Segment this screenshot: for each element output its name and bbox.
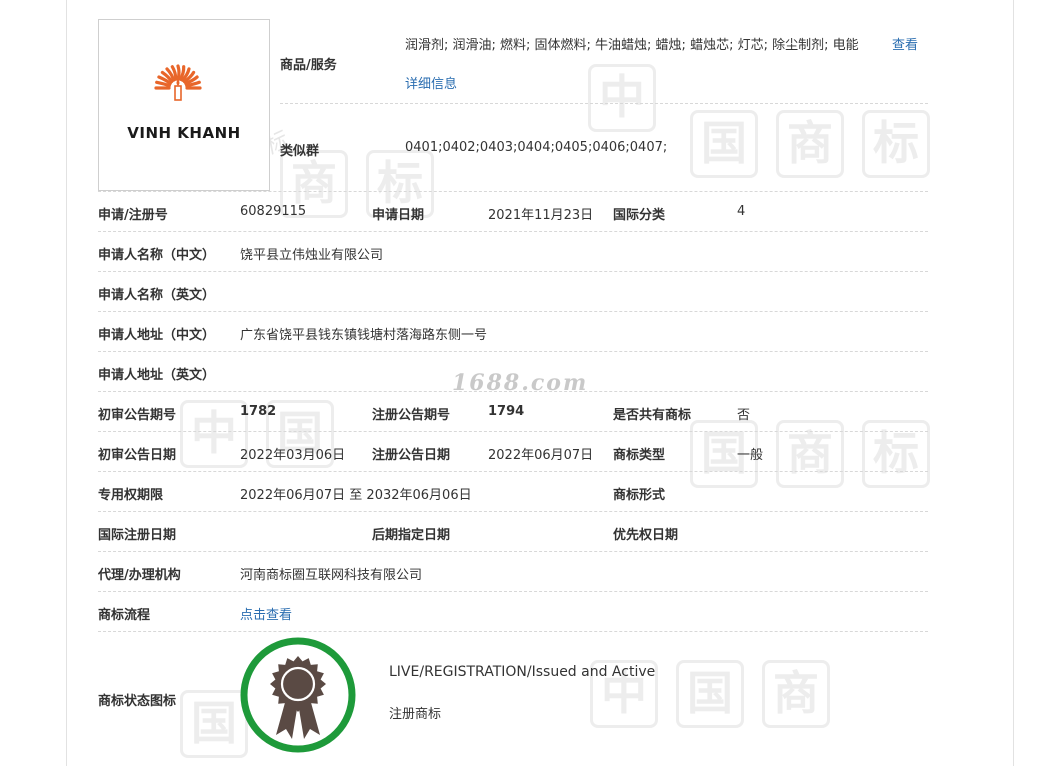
priority-date-label: 优先权日期 bbox=[613, 528, 679, 543]
divider bbox=[98, 511, 928, 512]
brand-text: VINH KHANH bbox=[127, 124, 241, 142]
divider bbox=[98, 431, 928, 432]
divider bbox=[98, 351, 928, 352]
prelim-date-label: 初审公告日期 bbox=[98, 448, 177, 463]
intl-class-label: 国际分类 bbox=[613, 208, 666, 223]
divider bbox=[98, 631, 928, 632]
watermark-site: 1688.com bbox=[452, 370, 589, 396]
divider bbox=[98, 391, 928, 392]
divider bbox=[98, 471, 928, 472]
status-en: LIVE/REGISTRATION/Issued and Active bbox=[389, 664, 656, 680]
goods-label: 商品/服务 bbox=[280, 58, 337, 73]
agent-value: 河南商标圈互联网科技有限公司 bbox=[240, 568, 423, 583]
goods-more-link-part2[interactable]: 详细信息 bbox=[405, 73, 457, 92]
tm-type-value: 一般 bbox=[737, 448, 764, 463]
apply-date-label: 申请日期 bbox=[372, 208, 425, 223]
registered-badge-icon bbox=[240, 637, 356, 753]
goods-value: 润滑剂; 润滑油; 燃料; 固体燃料; 牛油蜡烛; 蜡烛; 蜡烛芯; 灯芯; 除… bbox=[405, 38, 859, 53]
reg-pub-no-label: 注册公告期号 bbox=[372, 408, 451, 423]
applicant-en-label: 申请人名称（英文） bbox=[98, 288, 216, 303]
process-label: 商标流程 bbox=[98, 608, 151, 623]
applicant-cn-value: 饶平县立伟烛业有限公司 bbox=[240, 248, 384, 263]
divider bbox=[98, 551, 928, 552]
divider bbox=[98, 271, 928, 272]
divider bbox=[98, 231, 928, 232]
divider bbox=[280, 103, 928, 104]
address-cn-label: 申请人地址（中文） bbox=[98, 328, 216, 343]
reg-pub-date-value: 2022年06月07日 bbox=[488, 448, 594, 463]
divider bbox=[98, 591, 928, 592]
goods-more-link-part1[interactable]: 查看 bbox=[892, 34, 918, 53]
trademark-image: VINH KHANH bbox=[98, 19, 270, 191]
divider bbox=[98, 311, 928, 312]
prelim-no-value: 1782 bbox=[240, 404, 277, 419]
similar-group-label: 类似群 bbox=[280, 144, 320, 159]
divider bbox=[98, 191, 928, 192]
reg-pub-no-value: 1794 bbox=[488, 404, 525, 419]
intl-reg-date-label: 国际注册日期 bbox=[98, 528, 177, 543]
status-cn: 注册商标 bbox=[389, 707, 442, 722]
intl-class-value: 4 bbox=[737, 204, 746, 219]
shared-value: 否 bbox=[737, 408, 751, 423]
sun-candle-icon bbox=[154, 64, 202, 101]
reg-no-value: 60829115 bbox=[240, 204, 307, 219]
address-cn-value: 广东省饶平县钱东镇钱塘村落海路东侧一号 bbox=[240, 328, 488, 343]
exclusive-period-label: 专用权期限 bbox=[98, 488, 164, 503]
applicant-cn-label: 申请人名称（中文） bbox=[98, 248, 216, 263]
prelim-date-value: 2022年03月06日 bbox=[240, 448, 346, 463]
exclusive-period-value: 2022年06月07日 至 2032年06月06日 bbox=[240, 488, 472, 503]
reg-no-label: 申请/注册号 bbox=[98, 208, 168, 223]
address-en-label: 申请人地址（英文） bbox=[98, 368, 216, 383]
tm-form-label: 商标形式 bbox=[613, 488, 666, 503]
shared-label: 是否共有商标 bbox=[613, 408, 692, 423]
apply-date-value: 2021年11月23日 bbox=[488, 208, 594, 223]
prelim-no-label: 初审公告期号 bbox=[98, 408, 177, 423]
later-designation-label: 后期指定日期 bbox=[372, 528, 451, 543]
reg-pub-date-label: 注册公告日期 bbox=[372, 448, 451, 463]
tm-type-label: 商标类型 bbox=[613, 448, 666, 463]
similar-group-value: 0401;0402;0403;0404;0405;0406;0407; bbox=[405, 140, 668, 155]
status-label: 商标状态图标 bbox=[98, 694, 177, 709]
process-view-link[interactable]: 点击查看 bbox=[240, 604, 292, 623]
agent-label: 代理/办理机构 bbox=[98, 568, 181, 583]
